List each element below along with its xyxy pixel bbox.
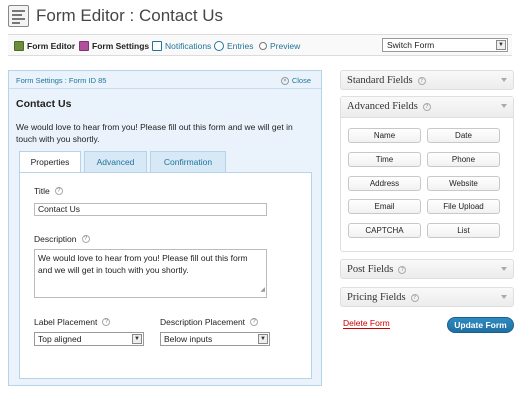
- close-label: Close: [291, 76, 311, 85]
- pricing-fields-box[interactable]: Pricing Fields ?: [340, 287, 514, 307]
- label-placement-select[interactable]: Top aligned ▼: [34, 332, 144, 346]
- field-button-file-upload[interactable]: File Upload: [427, 199, 500, 214]
- form-settings-header-label: Form Settings : Form ID 85: [16, 76, 107, 85]
- chevron-down-icon: [501, 78, 507, 82]
- chevron-down-icon: ▼: [132, 334, 142, 344]
- standard-fields-box[interactable]: Standard Fields ?: [340, 70, 514, 90]
- description-placement-label-text: Description Placement: [160, 317, 246, 327]
- field-button-address[interactable]: Address: [348, 176, 421, 191]
- help-icon[interactable]: ?: [417, 76, 426, 85]
- help-icon[interactable]: ?: [54, 187, 63, 195]
- field-button-website[interactable]: Website: [427, 176, 500, 191]
- pricing-fields-label: Pricing Fields: [347, 292, 406, 303]
- help-icon[interactable]: ?: [102, 318, 111, 326]
- form-description-text: We would love to hear from you! Please f…: [16, 122, 293, 144]
- standard-fields-title: Standard Fields ?: [347, 75, 426, 86]
- description-textarea-value: We would love to hear from you! Please f…: [38, 253, 248, 275]
- toolbar-form-editor[interactable]: Form Editor: [14, 40, 75, 52]
- field-button-captcha[interactable]: CAPTCHA: [348, 223, 421, 238]
- standard-fields-label: Standard Fields: [347, 75, 413, 86]
- close-icon: ×: [280, 76, 289, 85]
- description-placement-select[interactable]: Below inputs ▼: [160, 332, 270, 346]
- tab-advanced[interactable]: Advanced: [84, 151, 147, 172]
- description-placement-value: Below inputs: [164, 334, 213, 344]
- help-icon[interactable]: ?: [422, 102, 431, 111]
- post-fields-box[interactable]: Post Fields ?: [340, 259, 514, 279]
- label-placement-label: Label Placement ?: [34, 317, 111, 327]
- close-button[interactable]: × Close: [280, 76, 311, 85]
- field-button-list[interactable]: List: [427, 223, 500, 238]
- title-label-text: Title: [34, 186, 50, 196]
- tab-properties[interactable]: Properties: [19, 151, 81, 173]
- chevron-down-icon: [501, 104, 507, 108]
- chevron-down-icon: [501, 267, 507, 271]
- label-placement-label-text: Label Placement: [34, 317, 98, 327]
- toolbar-preview[interactable]: Preview: [259, 40, 300, 52]
- advanced-fields-panel: Advanced Fields ? Name Date Time Phone A…: [340, 96, 514, 252]
- switch-form-value: Switch Form: [387, 40, 435, 50]
- chevron-down-icon: [501, 295, 507, 299]
- form-settings-header: Form Settings : Form ID 85 × Close: [9, 71, 321, 89]
- help-icon[interactable]: ?: [81, 235, 90, 243]
- help-icon[interactable]: ?: [250, 318, 259, 326]
- form-editor-icon: [14, 41, 24, 51]
- form-editor-page-icon: [8, 5, 29, 27]
- delete-form-link[interactable]: Delete Form: [343, 318, 390, 329]
- toolbar-preview-label: Preview: [270, 41, 301, 51]
- toolbar: Form Editor Form Settings Notifications …: [8, 34, 512, 56]
- toolbar-notifications[interactable]: Notifications: [152, 40, 211, 52]
- description-textarea[interactable]: We would love to hear from you! Please f…: [34, 249, 267, 298]
- title-field-label: Title ?: [34, 186, 63, 196]
- description-label-text: Description: [34, 234, 77, 244]
- field-button-time[interactable]: Time: [348, 152, 421, 167]
- toolbar-form-settings-label: Form Settings: [92, 41, 150, 51]
- preview-icon: [259, 42, 267, 50]
- pricing-fields-title: Pricing Fields ?: [347, 292, 419, 303]
- update-form-button[interactable]: Update Form: [447, 317, 514, 333]
- tab-confirmation[interactable]: Confirmation: [150, 151, 226, 172]
- toolbar-entries[interactable]: Entries: [214, 40, 253, 52]
- field-button-date[interactable]: Date: [427, 128, 500, 143]
- form-settings-panel: Form Settings : Form ID 85 × Close Conta…: [8, 70, 322, 386]
- resize-handle-icon[interactable]: ◢: [260, 284, 265, 296]
- advanced-fields-label: Advanced Fields: [347, 101, 418, 112]
- field-button-phone[interactable]: Phone: [427, 152, 500, 167]
- toolbar-form-settings[interactable]: Form Settings: [79, 40, 149, 52]
- switch-form-select[interactable]: Switch Form ▼: [382, 38, 508, 52]
- help-icon[interactable]: ?: [410, 293, 419, 302]
- description-placement-label: Description Placement ?: [160, 317, 259, 327]
- form-title-heading: Contact Us: [16, 98, 72, 110]
- advanced-fields-header[interactable]: Advanced Fields ?: [341, 97, 513, 118]
- advanced-fields-title: Advanced Fields ?: [347, 101, 431, 112]
- label-placement-value: Top aligned: [38, 334, 82, 344]
- post-fields-title: Post Fields ?: [347, 264, 407, 275]
- field-button-email[interactable]: Email: [348, 199, 421, 214]
- chevron-down-icon: ▼: [496, 40, 506, 50]
- form-settings-icon: [79, 41, 89, 51]
- title-input[interactable]: Contact Us: [34, 203, 267, 216]
- notifications-icon: [152, 41, 162, 51]
- properties-tab-content: Title ? Contact Us Description ? We woul…: [19, 172, 312, 379]
- field-button-name[interactable]: Name: [348, 128, 421, 143]
- page-title: Form Editor : Contact Us: [36, 6, 224, 25]
- chevron-down-icon: ▼: [258, 334, 268, 344]
- toolbar-form-editor-label: Form Editor: [27, 41, 76, 51]
- title-input-value: Contact Us: [38, 204, 81, 214]
- description-field-label: Description ?: [34, 234, 90, 244]
- post-fields-label: Post Fields: [347, 264, 394, 275]
- entries-icon: [214, 41, 224, 51]
- toolbar-entries-label: Entries: [227, 41, 254, 51]
- toolbar-notifications-label: Notifications: [165, 41, 212, 51]
- help-icon[interactable]: ?: [398, 265, 407, 274]
